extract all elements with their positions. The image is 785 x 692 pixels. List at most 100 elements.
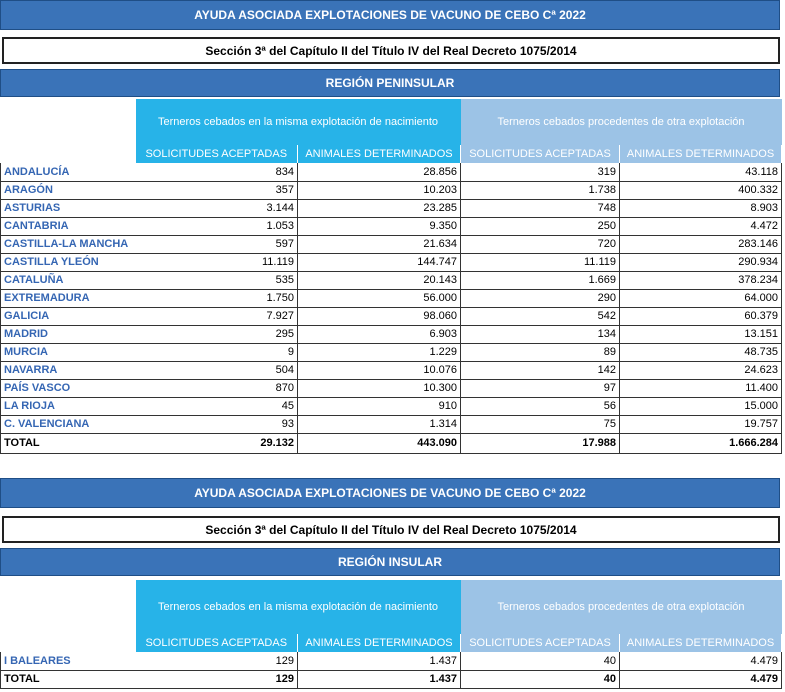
value-cell: 144.747 [297, 253, 462, 272]
value-cell: 142 [460, 361, 621, 380]
value-cell: 8.903 [619, 199, 783, 218]
total-value: 29.132 [135, 433, 298, 454]
region-name: C. VALENCIANA [0, 415, 136, 434]
value-cell: 56.000 [297, 289, 462, 308]
region-name: MURCIA [0, 343, 136, 362]
group-same-farm-header: Terneros cebados en la misma explotación… [135, 99, 461, 145]
value-cell: 97 [460, 379, 621, 398]
total-row: TOTAL 29.132 443.090 17.988 1.666.284 [0, 433, 783, 454]
value-cell: 56 [460, 397, 621, 416]
value-cell: 19.757 [619, 415, 783, 434]
table-row: ARAGÓN 357 10.203 1.738 400.332 [0, 181, 783, 200]
table-row: NAVARRA 504 10.076 142 24.623 [0, 361, 783, 380]
col-header: ANIMALES DETERMINADOS [619, 145, 783, 163]
value-cell: 1.314 [297, 415, 462, 434]
value-cell: 20.143 [297, 271, 462, 290]
peninsular-subtitle: Sección 3ª del Capítulo II del Título IV… [205, 43, 577, 58]
region-name: EXTREMADURA [0, 289, 136, 308]
group-other-farm-header: Terneros cebados procedentes de otra exp… [460, 580, 782, 634]
group-other-farm-header: Terneros cebados procedentes de otra exp… [460, 99, 782, 145]
total-value: 1.666.284 [619, 433, 783, 454]
value-cell: 1.437 [297, 652, 462, 671]
table-row: EXTREMADURA 1.750 56.000 290 64.000 [0, 289, 783, 308]
region-name: NAVARRA [0, 361, 136, 380]
col-header: ANIMALES DETERMINADOS [619, 634, 783, 652]
table-row: ASTURIAS 3.144 23.285 748 8.903 [0, 199, 783, 218]
value-cell: 15.000 [619, 397, 783, 416]
peninsular-region-bar: REGIÓN PENINSULAR [0, 69, 780, 97]
total-value: 129 [135, 670, 298, 689]
region-name: ASTURIAS [0, 199, 136, 218]
total-value: 40 [460, 670, 621, 689]
value-cell: 250 [460, 217, 621, 236]
peninsular-region: REGIÓN PENINSULAR [325, 76, 455, 90]
table-row: CANTABRIA 1.053 9.350 250 4.472 [0, 217, 783, 236]
insular-subtitle: Sección 3ª del Capítulo II del Título IV… [205, 522, 577, 537]
region-name: CANTABRIA [0, 217, 136, 236]
col-header: SOLICITUDES ACEPTADAS [135, 145, 298, 163]
col-header: SOLICITUDES ACEPTADAS [460, 145, 621, 163]
value-cell: 10.300 [297, 379, 462, 398]
value-cell: 9 [135, 343, 298, 362]
value-cell: 3.144 [135, 199, 298, 218]
region-name: LA RIOJA [0, 397, 136, 416]
value-cell: 98.060 [297, 307, 462, 326]
header-blank-cell [1, 99, 136, 145]
insular-title-bar: AYUDA ASOCIADA EXPLOTACIONES DE VACUNO D… [0, 478, 780, 508]
table-row: I BALEARES 129 1.437 40 4.479 [0, 652, 783, 671]
total-value: 17.988 [460, 433, 621, 454]
value-cell: 43.118 [619, 163, 783, 182]
total-label: TOTAL [0, 433, 136, 454]
col-header: ANIMALES DETERMINADOS [297, 634, 462, 652]
table-row: CASTILLA-LA MANCHA 597 21.634 720 283.146 [0, 235, 783, 254]
value-cell: 10.203 [297, 181, 462, 200]
value-cell: 542 [460, 307, 621, 326]
value-cell: 48.735 [619, 343, 783, 362]
table-row: CATALUÑA 535 20.143 1.669 378.234 [0, 271, 783, 290]
insular-region: REGIÓN INSULAR [337, 555, 442, 569]
value-cell: 75 [460, 415, 621, 434]
region-name: I BALEARES [0, 652, 136, 671]
value-cell: 9.350 [297, 217, 462, 236]
header-blank-cell [1, 580, 136, 634]
region-name: CASTILLA YLEÓN [0, 253, 136, 272]
value-cell: 400.332 [619, 181, 783, 200]
insular-table: Terneros cebados en la misma explotación… [0, 580, 783, 689]
value-cell: 129 [135, 652, 298, 671]
value-cell: 1.053 [135, 217, 298, 236]
value-cell: 290.934 [619, 253, 783, 272]
value-cell: 504 [135, 361, 298, 380]
value-cell: 1.738 [460, 181, 621, 200]
value-cell: 319 [460, 163, 621, 182]
total-value: 4.479 [619, 670, 783, 689]
region-name: MADRID [0, 325, 136, 344]
value-cell: 28.856 [297, 163, 462, 182]
table-row: GALICIA 7.927 98.060 542 60.379 [0, 307, 783, 326]
value-cell: 1.669 [460, 271, 621, 290]
peninsular-title: AYUDA ASOCIADA EXPLOTACIONES DE VACUNO D… [194, 8, 586, 22]
value-cell: 64.000 [619, 289, 783, 308]
region-name: CASTILLA-LA MANCHA [0, 235, 136, 254]
header-blank-cell [1, 145, 136, 163]
group-same-farm-header: Terneros cebados en la misma explotación… [135, 580, 461, 634]
value-cell: 1.229 [297, 343, 462, 362]
header-blank-cell [1, 634, 136, 652]
peninsular-subtitle-box: Sección 3ª del Capítulo II del Título IV… [2, 37, 780, 64]
value-cell: 378.234 [619, 271, 783, 290]
value-cell: 60.379 [619, 307, 783, 326]
total-row: TOTAL 129 1.437 40 4.479 [0, 670, 783, 689]
value-cell: 834 [135, 163, 298, 182]
value-cell: 21.634 [297, 235, 462, 254]
value-cell: 13.151 [619, 325, 783, 344]
region-name: ANDALUCÍA [0, 163, 136, 182]
col-header: ANIMALES DETERMINADOS [297, 145, 462, 163]
value-cell: 748 [460, 199, 621, 218]
table-row: MURCIA 9 1.229 89 48.735 [0, 343, 783, 362]
total-label: TOTAL [0, 670, 136, 689]
table-row: LA RIOJA 45 910 56 15.000 [0, 397, 783, 416]
insular-region-bar: REGIÓN INSULAR [0, 548, 780, 576]
value-cell: 720 [460, 235, 621, 254]
value-cell: 4.472 [619, 217, 783, 236]
peninsular-rows: ANDALUCÍA 834 28.856 319 43.118 ARAGÓN 357 10.2… [0, 163, 783, 434]
table-row: PAÍS VASCO 870 10.300 97 11.400 [0, 379, 783, 398]
